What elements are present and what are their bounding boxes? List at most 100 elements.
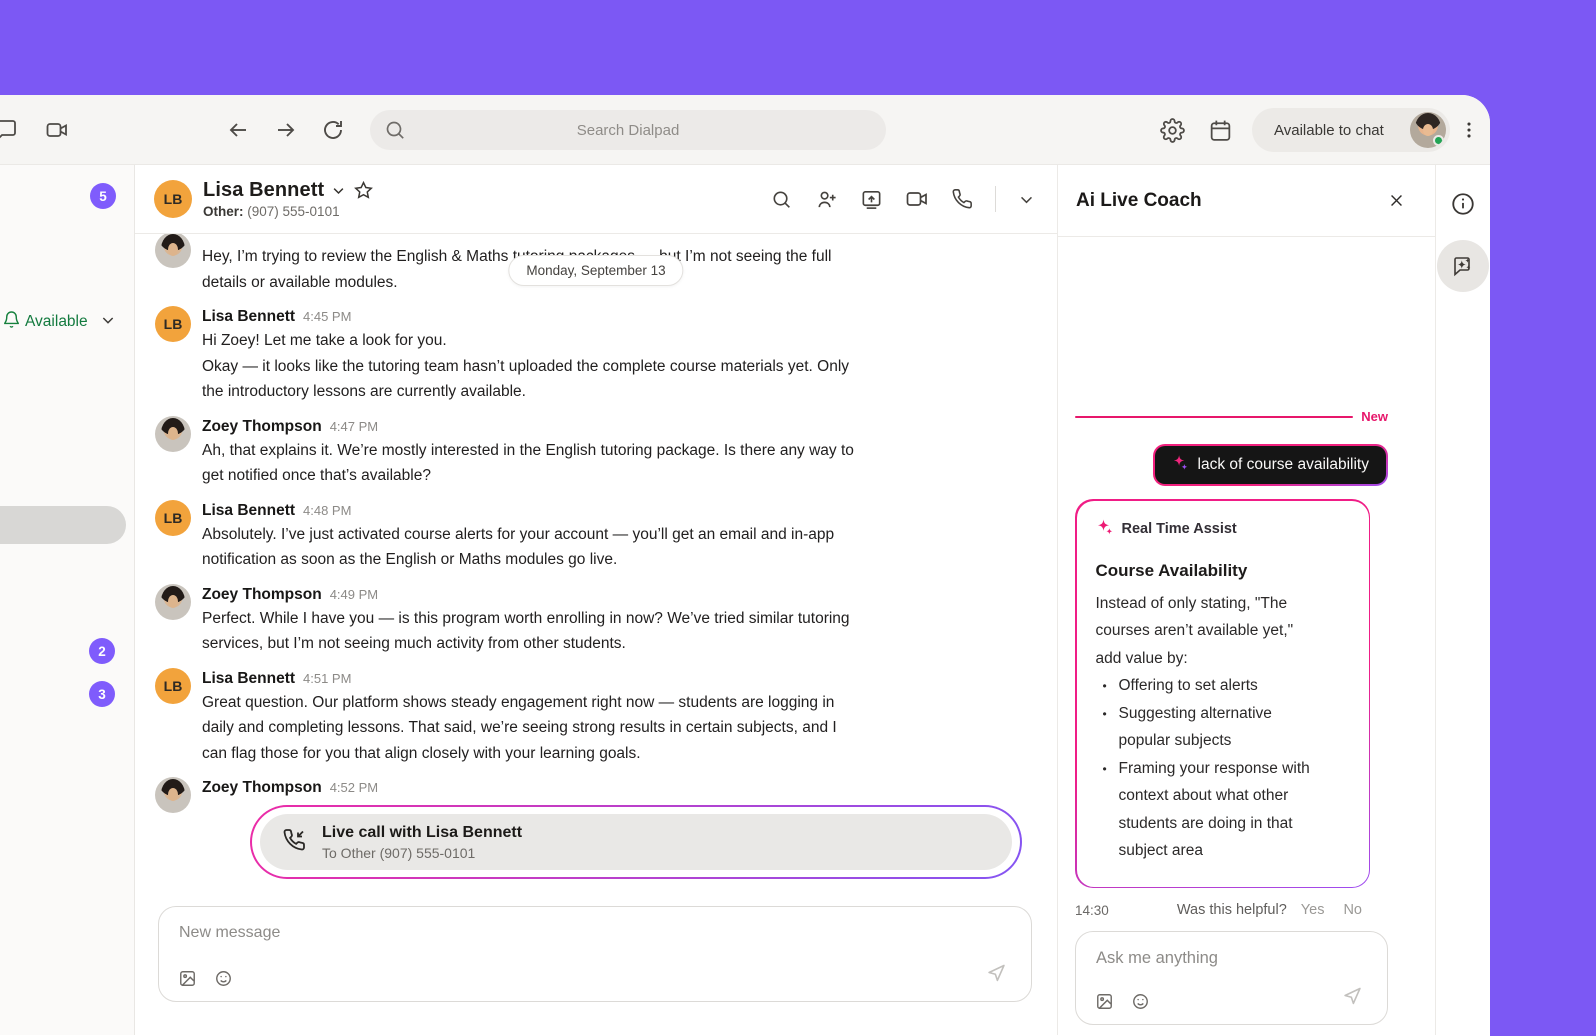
message-text: Hi Zoey! Let me take a look for you. Oka… [202, 328, 849, 405]
message-time: 4:52 PM [330, 777, 378, 799]
contact-name: Lisa Bennett [203, 179, 324, 202]
sparkle-icon [1096, 518, 1114, 541]
calendar-icon[interactable] [1208, 118, 1233, 143]
search-input[interactable] [370, 110, 886, 150]
message-time: 4:45 PM [303, 306, 351, 328]
date-divider[interactable]: Monday, September 13 [508, 255, 683, 286]
message-composer [158, 906, 1032, 1002]
emoji-icon[interactable] [214, 969, 233, 988]
info-icon[interactable] [1450, 191, 1476, 217]
rta-bullet-list: Offering to set alerts Suggesting altern… [1096, 672, 1350, 865]
video-call-icon[interactable] [45, 118, 69, 142]
status-label: Available [25, 313, 88, 331]
send-question-icon[interactable] [1342, 985, 1363, 1011]
unread-badge-top[interactable]: 5 [90, 183, 116, 209]
zoey-avatar [155, 416, 191, 452]
message-author: Zoey Thompson [202, 584, 322, 606]
user-avatar [1410, 112, 1446, 148]
availability-label: Available to chat [1274, 122, 1384, 139]
call-card-title: Live call with Lisa Bennett [322, 824, 522, 842]
new-message-input[interactable] [179, 924, 789, 942]
message-text: Perfect. While I have you — is this prog… [202, 606, 850, 657]
rta-bullet: Offering to set alerts [1096, 672, 1350, 700]
message-text: Absolutely. I’ve just activated course a… [202, 522, 834, 573]
message-row: LB Lisa Bennett4:51 PM Great question. O… [135, 666, 1057, 767]
real-time-assist-card: Real Time Assist Course Availability Ins… [1075, 499, 1370, 888]
app-window: Available to chat 5 Available 2 3 [0, 95, 1490, 1036]
sparkle-icon [1172, 454, 1189, 476]
back-icon[interactable] [226, 118, 250, 142]
live-call-card[interactable]: Live call with Lisa Bennett To Other (90… [250, 805, 1022, 879]
unread-badge-bottom[interactable]: 3 [89, 681, 115, 707]
incoming-call-icon [282, 828, 306, 857]
attach-image-icon[interactable] [178, 969, 197, 988]
unread-badge-mid[interactable]: 2 [89, 638, 115, 664]
rta-bullet: Suggesting alternative popular subjects [1096, 700, 1350, 755]
sidebar-item-pill[interactable] [0, 506, 126, 544]
lisa-avatar: LB [155, 306, 191, 342]
message-time: 4:47 PM [330, 416, 378, 438]
close-icon[interactable] [1388, 192, 1405, 209]
chip-label: lack of course availability [1198, 456, 1369, 474]
dnd-status-toggle[interactable]: Available [4, 310, 130, 334]
rta-topic-chip[interactable]: lack of course availability [1153, 444, 1388, 486]
rta-intro: Instead of only stating, "The courses ar… [1096, 590, 1350, 673]
emoji-icon[interactable] [1131, 992, 1150, 1011]
share-screen-icon[interactable] [860, 188, 883, 211]
settings-gear-icon[interactable] [1160, 118, 1185, 143]
header-divider [995, 186, 996, 212]
messages-icon[interactable] [0, 118, 18, 142]
chevron-down-icon [100, 312, 116, 333]
content-area: 5 Available 2 3 LB Lisa Bennett [0, 165, 1490, 1035]
ai-live-coach-panel: Ai Live Coach New lack of course availab… [1057, 165, 1436, 1035]
feedback-row: 14:30 Was this helpful? Yes No [1075, 902, 1388, 918]
availability-menu[interactable]: Available to chat [1252, 108, 1450, 152]
call-icon[interactable] [951, 188, 973, 210]
zoey-avatar [155, 234, 191, 268]
coach-composer [1075, 931, 1388, 1025]
new-divider: New [1075, 409, 1388, 424]
favorite-star-icon[interactable] [353, 180, 374, 201]
left-sidebar: 5 Available 2 3 [0, 165, 135, 1035]
contact-chevron-icon[interactable] [331, 183, 346, 198]
message-row: Zoey Thompson 4:47 PM Ah, that explains i… [135, 414, 1057, 489]
bell-icon [2, 310, 21, 334]
message-row: Zoey Thompson4:49 PM Perfect. While I ha… [135, 582, 1057, 657]
video-icon[interactable] [905, 187, 929, 211]
refresh-icon[interactable] [321, 118, 345, 142]
message-row: LB Lisa Bennett 4:48 PM Absolutely. I’ve … [135, 498, 1057, 573]
message-text: Ah, that explains it. We’re mostly inter… [202, 438, 854, 489]
message-author: Lisa Bennett [202, 500, 295, 522]
message-row: LB Lisa Bennett4:45 PM Hi Zoey! Let me t… [135, 304, 1057, 405]
zoey-avatar [155, 584, 191, 620]
zoey-avatar [155, 777, 191, 813]
message-author: Zoey Thompson [202, 416, 322, 438]
toolbar: Available to chat [0, 95, 1490, 165]
message-text: Great question. Our platform shows stead… [202, 690, 837, 767]
lisa-avatar: LB [155, 668, 191, 704]
add-person-icon[interactable] [815, 188, 838, 211]
rta-timestamp: 14:30 [1075, 903, 1109, 918]
feedback-question: Was this helpful? [1177, 902, 1287, 918]
message-time: 4:48 PM [303, 500, 351, 522]
rta-bullet: Framing your response with context about… [1096, 755, 1350, 865]
attach-image-icon[interactable] [1095, 992, 1114, 1011]
chat-column: LB Lisa Bennett Other: (907) 555-0101 [135, 165, 1057, 1035]
more-actions-chevron-icon[interactable] [1018, 191, 1035, 208]
conversation-search-icon[interactable] [770, 188, 793, 211]
coach-title: Ai Live Coach [1076, 190, 1202, 212]
message-author: Lisa Bennett [202, 668, 295, 690]
forward-icon[interactable] [274, 118, 298, 142]
coach-header: Ai Live Coach [1058, 165, 1435, 237]
ai-coach-toggle-button[interactable] [1437, 240, 1489, 292]
search-icon [383, 118, 407, 142]
message-author: Zoey Thompson [202, 777, 322, 799]
kebab-menu-icon[interactable] [1458, 118, 1480, 142]
chat-header: LB Lisa Bennett Other: (907) 555-0101 [135, 165, 1057, 234]
ask-anything-input[interactable] [1096, 949, 1314, 968]
send-message-icon[interactable] [986, 962, 1007, 988]
lisa-avatar: LB [155, 500, 191, 536]
feedback-yes-button[interactable]: Yes [1301, 902, 1325, 918]
call-card-subtitle: To Other (907) 555-0101 [322, 845, 522, 861]
feedback-no-button[interactable]: No [1343, 902, 1362, 918]
